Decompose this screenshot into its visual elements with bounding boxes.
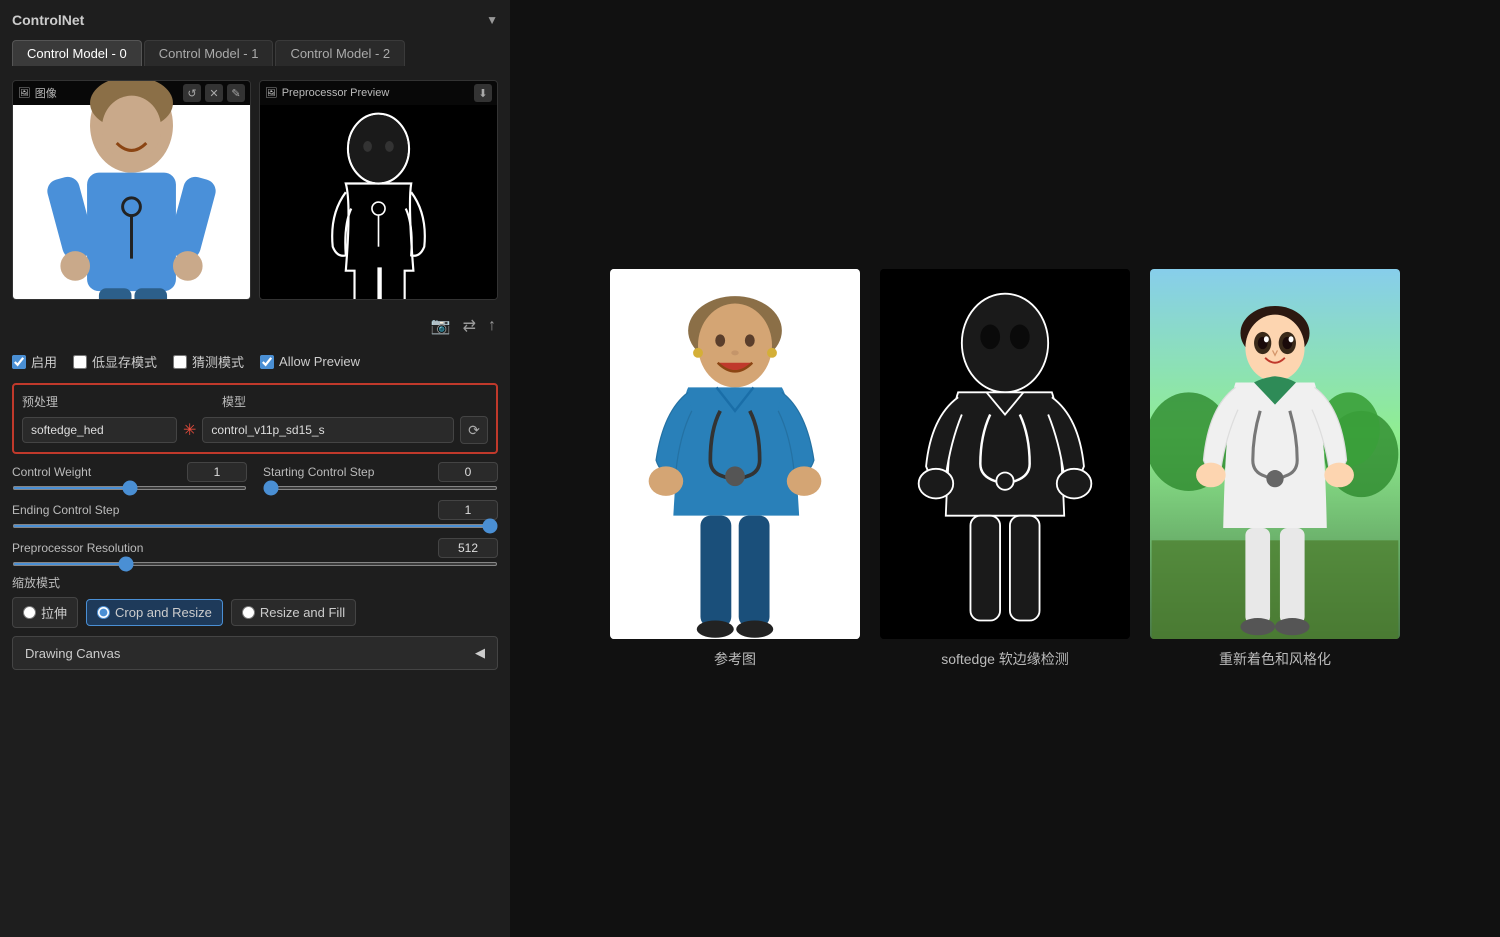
edge-detection-large bbox=[880, 269, 1130, 639]
preview-download-btn[interactable]: ⬇ bbox=[474, 84, 492, 102]
preproc-res-label: Preprocessor Resolution bbox=[12, 541, 143, 555]
edge-preview bbox=[260, 105, 497, 300]
gallery-caption-edge: softedge 软边缘检测 bbox=[941, 649, 1069, 669]
gallery-caption-ref: 参考图 bbox=[714, 649, 756, 669]
preproc-model-section: 预处理 模型 softedge_hed ✳ control_v11p_sd15_… bbox=[12, 383, 498, 454]
ending-step-value[interactable] bbox=[438, 500, 498, 520]
panel-arrow[interactable]: ▼ bbox=[486, 13, 498, 27]
starting-step-value[interactable] bbox=[438, 462, 498, 482]
starting-step-slider: Starting Control Step bbox=[263, 462, 498, 490]
preproc-dropdown[interactable]: softedge_hed bbox=[22, 417, 177, 443]
gallery-img-anime bbox=[1150, 269, 1400, 639]
star-btn[interactable]: ✳ bbox=[183, 420, 196, 440]
scale-stretch[interactable]: 拉伸 bbox=[12, 597, 78, 628]
nurse-photo-large bbox=[610, 269, 860, 639]
drawing-canvas[interactable]: Drawing Canvas ◀ bbox=[12, 636, 498, 670]
model-refresh-btn[interactable]: ⟳ bbox=[460, 416, 488, 444]
scale-mode-label: 缩放模式 bbox=[12, 574, 498, 591]
gallery-img-edge bbox=[880, 269, 1130, 639]
gallery-item-ref: 参考图 bbox=[610, 269, 860, 669]
control-weight-input[interactable] bbox=[12, 486, 247, 490]
gallery-item-edge: softedge 软边缘检测 bbox=[880, 269, 1130, 669]
control-weight-slider: Control Weight bbox=[12, 462, 247, 490]
gallery: 参考图 bbox=[610, 269, 1400, 669]
tab-control-model-2[interactable]: Control Model - 2 bbox=[275, 40, 405, 66]
preproc-res-value[interactable] bbox=[438, 538, 498, 558]
tab-control-model-0[interactable]: Control Model - 0 bbox=[12, 40, 142, 66]
gallery-caption-anime: 重新着色和风格化 bbox=[1219, 649, 1331, 669]
drawing-canvas-icon: ◀ bbox=[475, 645, 485, 661]
ending-step-input[interactable] bbox=[12, 524, 498, 528]
anime-style-large bbox=[1150, 269, 1400, 639]
left-panel: ControlNet ▼ Control Model - 0 Control M… bbox=[0, 0, 510, 937]
preprocessor-icon: 🖼 bbox=[265, 88, 278, 99]
scale-crop-resize[interactable]: Crop and Resize bbox=[86, 599, 223, 626]
action-row: 📷 ⇄ ↑ bbox=[12, 312, 498, 340]
preproc-label: 预处理 bbox=[22, 393, 222, 410]
starting-step-label: Starting Control Step bbox=[263, 465, 374, 479]
control-weight-label: Control Weight bbox=[12, 465, 91, 479]
image-box-right-label: Preprocessor Preview bbox=[282, 87, 390, 99]
preproc-res-input[interactable] bbox=[12, 562, 498, 566]
image-box-right: 🖼 Preprocessor Preview ⬇ bbox=[259, 80, 498, 300]
screenshot-btn[interactable]: 📷 bbox=[429, 314, 453, 338]
tab-control-model-1[interactable]: Control Model - 1 bbox=[144, 40, 274, 66]
control-weight-value[interactable] bbox=[187, 462, 247, 482]
swap-btn[interactable]: ⇄ bbox=[461, 314, 478, 338]
images-row: 🖼 图像 ↺ ✕ ✎ bbox=[12, 80, 498, 300]
drawing-canvas-label: Drawing Canvas bbox=[25, 646, 120, 661]
preproc-res-slider: Preprocessor Resolution bbox=[12, 538, 498, 566]
starting-step-input[interactable] bbox=[263, 486, 498, 490]
gallery-img-ref bbox=[610, 269, 860, 639]
checkbox-row: 启用 低显存模式 猜测模式 Allow Preview bbox=[12, 348, 498, 375]
model-dropdown[interactable]: control_v11p_sd15_s bbox=[202, 417, 454, 443]
low-vram-checkbox[interactable]: 低显存模式 bbox=[73, 352, 157, 371]
enable-checkbox[interactable]: 启用 bbox=[12, 352, 57, 371]
model-label: 模型 bbox=[222, 393, 246, 410]
ending-step-label: Ending Control Step bbox=[12, 503, 119, 517]
ending-step-slider: Ending Control Step bbox=[12, 500, 498, 528]
guess-mode-checkbox[interactable]: 猜测模式 bbox=[173, 352, 244, 371]
scale-mode-radio-group: 拉伸 Crop and Resize Resize and Fill bbox=[12, 597, 498, 628]
right-panel: 参考图 bbox=[510, 0, 1500, 937]
gallery-item-anime: 重新着色和风格化 bbox=[1150, 269, 1400, 669]
scale-mode-section: 缩放模式 拉伸 Crop and Resize Resize and Fill bbox=[12, 574, 498, 628]
tabs-container: Control Model - 0 Control Model - 1 Cont… bbox=[12, 40, 498, 66]
nurse-photo bbox=[13, 105, 250, 300]
panel-header: ControlNet ▼ bbox=[12, 12, 498, 28]
image-box-left: 🖼 图像 ↺ ✕ ✎ bbox=[12, 80, 251, 300]
panel-title: ControlNet bbox=[12, 12, 84, 28]
allow-preview-checkbox[interactable]: Allow Preview bbox=[260, 354, 360, 369]
upload-btn[interactable]: ↑ bbox=[486, 314, 498, 338]
sliders-section: Control Weight Starting Control Step End… bbox=[12, 462, 498, 566]
scale-resize-fill[interactable]: Resize and Fill bbox=[231, 599, 356, 626]
two-col-sliders: Control Weight Starting Control Step bbox=[12, 462, 498, 490]
